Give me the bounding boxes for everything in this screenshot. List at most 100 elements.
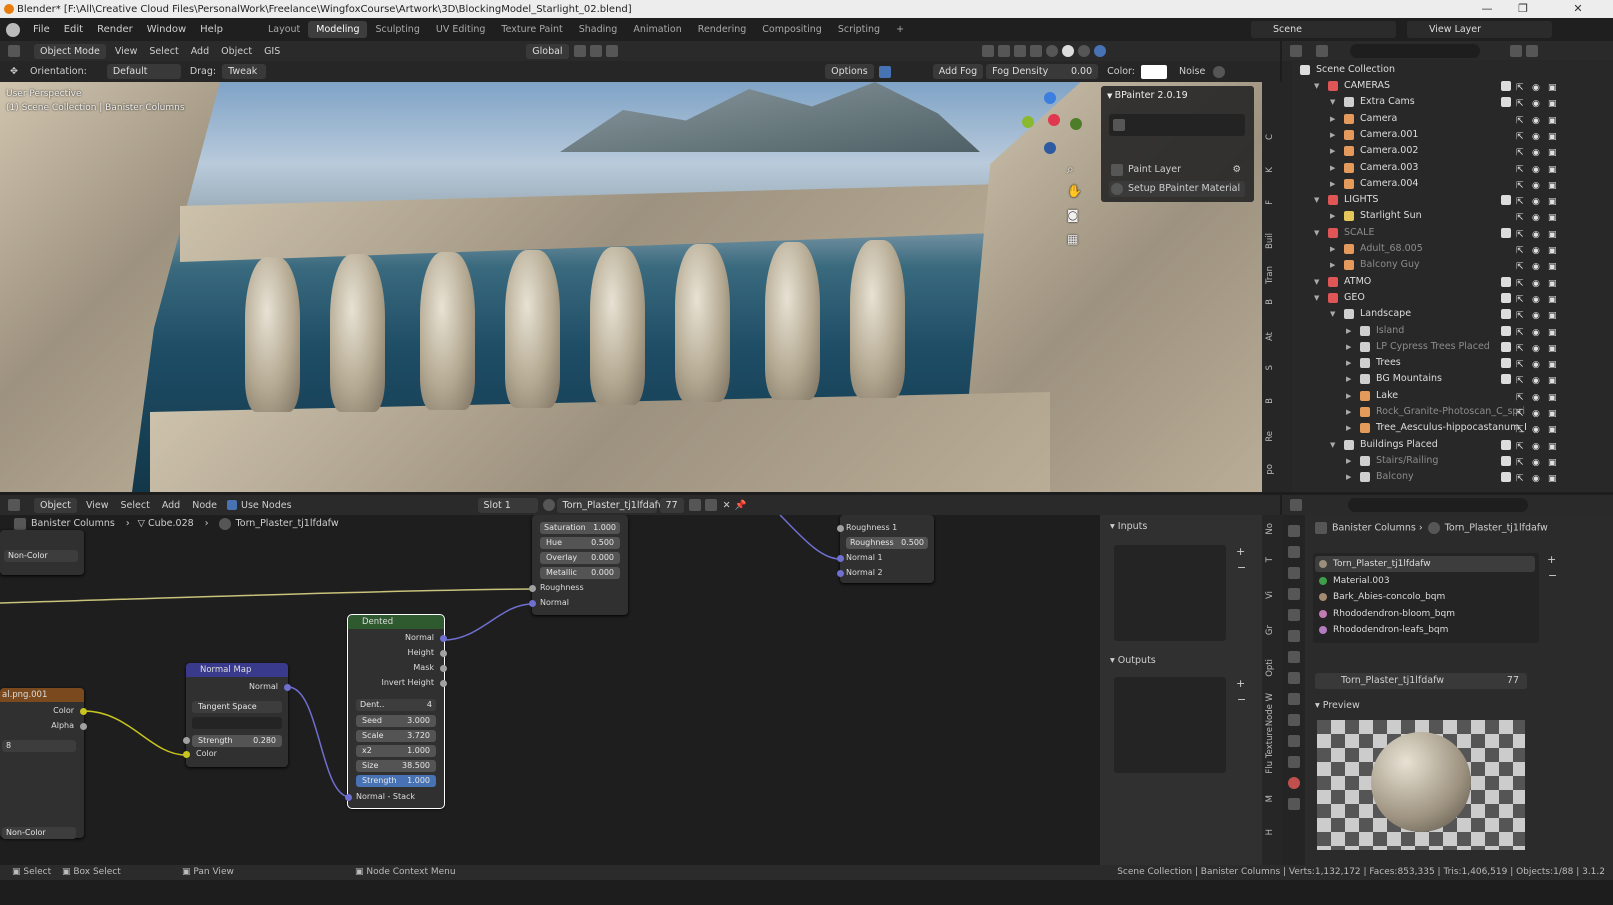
- node-sidebar-tab[interactable]: T: [1265, 557, 1279, 562]
- duplicate-material-icon[interactable]: [704, 499, 717, 511]
- menu-help[interactable]: Help: [193, 24, 230, 35]
- material-slots-list[interactable]: Torn_Plaster_tj1lfdafw Material.003 Bark_A…: [1313, 553, 1539, 643]
- material-datablock-field[interactable]: Torn_Plaster_tj1lfdafw 77: [1315, 673, 1527, 689]
- viewport-menu-select[interactable]: Select: [143, 46, 184, 57]
- outliner-row[interactable]: ▶ Camera.003 ⇱ ◉ ▣: [1292, 160, 1613, 176]
- expand-arrow-icon[interactable]: ▼: [1314, 274, 1319, 290]
- viewport-sidebar-tab[interactable]: F: [1265, 200, 1279, 205]
- normal-output-socket[interactable]: [284, 684, 291, 691]
- outliner-root-row[interactable]: Scene Collection: [1292, 62, 1613, 78]
- close-button[interactable]: ✕: [1560, 0, 1596, 18]
- viewport-menu-gis[interactable]: GIS: [258, 46, 286, 57]
- roughness1-socket[interactable]: [837, 525, 844, 532]
- outliner-row[interactable]: ▶ Camera.001 ⇱ ◉ ▣: [1292, 127, 1613, 143]
- viewport-sidebar-tab[interactable]: B: [1265, 398, 1279, 404]
- expand-arrow-icon[interactable]: ▶: [1346, 388, 1351, 404]
- transform-orientation-dropdown[interactable]: Global: [526, 43, 569, 59]
- proportional-icon[interactable]: [605, 45, 618, 57]
- material-name-field[interactable]: Torn_Plaster_tj1lfdafw: [556, 497, 666, 513]
- shader-type-dropdown[interactable]: Object: [34, 497, 77, 513]
- wireframe-shading-icon[interactable]: [1045, 45, 1058, 57]
- menu-window[interactable]: Window: [140, 24, 193, 35]
- fog-tool-icon[interactable]: [878, 65, 891, 78]
- image-texture-node[interactable]: al.png.001 Color Alpha 8 Non-Color: [0, 688, 87, 839]
- render-properties-icon[interactable]: [1287, 546, 1300, 558]
- expand-arrow-icon[interactable]: ▶: [1330, 160, 1335, 176]
- paint-layer-row[interactable]: Paint Layer ⚙: [1109, 162, 1245, 178]
- exclude-checkbox[interactable]: [1501, 358, 1511, 369]
- node-editor-type-icon[interactable]: [8, 499, 20, 511]
- orientation-dropdown[interactable]: Default: [106, 64, 181, 79]
- remove-material-slot-icon[interactable]: −: [1548, 569, 1557, 582]
- data-properties-icon[interactable]: [1287, 756, 1300, 768]
- solid-shading-icon[interactable]: [1061, 45, 1074, 57]
- scene-selector[interactable]: Scene: [1251, 21, 1396, 38]
- expand-arrow-icon[interactable]: ▶: [1346, 420, 1351, 436]
- outliner[interactable]: Scene Collection ▼ CAMERAS ⇱ ◉ ▣ ▼ Extra Cams ⇱…: [1292, 60, 1613, 492]
- exclude-checkbox[interactable]: [1501, 81, 1511, 91]
- image-users-field[interactable]: 8: [2, 740, 76, 752]
- drag-dropdown[interactable]: Tweak: [222, 64, 267, 79]
- viewport-sidebar-tab[interactable]: S: [1265, 365, 1279, 370]
- node-sidebar-tab[interactable]: H: [1265, 829, 1279, 835]
- strength-input-socket[interactable]: [183, 737, 190, 744]
- node-sidebar-tab[interactable]: Flu: [1265, 761, 1279, 774]
- node-sidebar-tab[interactable]: Opti: [1265, 659, 1279, 677]
- tool-properties-icon[interactable]: [1287, 525, 1300, 537]
- gizmo-y-axis-icon[interactable]: [1022, 116, 1034, 128]
- material-slot-row[interactable]: Rhododendron-leafs_bqm: [1315, 622, 1535, 638]
- node-menu-view[interactable]: View: [80, 500, 115, 511]
- outliner-row[interactable]: ▶ Trees ⇱ ◉ ▣: [1292, 355, 1613, 371]
- visibility-icon[interactable]: [981, 45, 994, 57]
- workspace-tab-rendering[interactable]: Rendering: [690, 21, 755, 38]
- expand-arrow-icon[interactable]: ▼: [1330, 94, 1335, 110]
- outliner-row[interactable]: ▶ Adult_68.005 ⇱ ◉ ▣: [1292, 241, 1613, 257]
- remove-input-icon[interactable]: −: [1237, 561, 1246, 574]
- outliner-row[interactable]: ▶ Camera.004 ⇱ ◉ ▣: [1292, 176, 1613, 192]
- filter-icon[interactable]: [1510, 45, 1522, 57]
- expand-arrow-icon[interactable]: ▶: [1330, 111, 1335, 127]
- overlay-field[interactable]: Overlay 0.000: [540, 552, 620, 564]
- pivot-icon[interactable]: [573, 45, 586, 57]
- camera-view-icon[interactable]: ◙: [1067, 208, 1079, 222]
- dented-output-socket[interactable]: [440, 680, 447, 687]
- outliner-search-input[interactable]: [1350, 44, 1480, 58]
- normal2-socket[interactable]: [837, 570, 844, 577]
- node-sidebar-tab[interactable]: No: [1265, 523, 1279, 535]
- use-nodes-checkbox[interactable]: [227, 500, 238, 510]
- hue-field[interactable]: Hue 0.500: [540, 537, 620, 549]
- outliner-row[interactable]: ▶ Camera.002 ⇱ ◉ ▣: [1292, 143, 1613, 159]
- object-mode-dropdown[interactable]: Object Mode: [34, 43, 106, 59]
- outliner-row[interactable]: ▶ BG Mountains ⇱ ◉ ▣: [1292, 371, 1613, 387]
- material-browse-icon[interactable]: [542, 499, 555, 511]
- 3d-viewport[interactable]: User Perspective (1) Scene Collection | …: [0, 82, 1262, 492]
- eye-icon[interactable]: ◉: [1532, 471, 1540, 487]
- outliner-row[interactable]: ▶ Lake ⇱ ◉ ▣: [1292, 388, 1613, 404]
- workspace-tab-compositing[interactable]: Compositing: [754, 21, 830, 38]
- exclude-checkbox[interactable]: [1501, 374, 1511, 385]
- add-input-icon[interactable]: +: [1236, 545, 1245, 558]
- inputs-list[interactable]: [1114, 545, 1226, 641]
- fake-user-icon[interactable]: [688, 499, 701, 511]
- view-layer-selector[interactable]: View Layer: [1407, 21, 1552, 38]
- viewport-sidebar-tab[interactable]: B: [1265, 299, 1279, 305]
- outputs-section-header[interactable]: ▾ Outputs: [1110, 655, 1156, 666]
- maximize-button[interactable]: ❐: [1505, 0, 1541, 18]
- dent-image-field[interactable]: Dent.. 4: [356, 699, 436, 711]
- new-collection-icon[interactable]: [1526, 45, 1538, 57]
- grid-view-icon[interactable]: ▦: [1067, 232, 1078, 246]
- node-menu-node[interactable]: Node: [186, 500, 223, 511]
- exclude-checkbox[interactable]: [1501, 455, 1511, 466]
- camera-render-icon[interactable]: ▣: [1548, 471, 1557, 487]
- select-arrow-icon[interactable]: ⇱: [1516, 471, 1524, 487]
- dented-output-socket[interactable]: [440, 635, 447, 642]
- outliner-row[interactable]: ▼ Extra Cams ⇱ ◉ ▣: [1292, 94, 1613, 110]
- snap-icon[interactable]: [589, 45, 602, 57]
- node-sidebar-tab[interactable]: Gr: [1265, 625, 1279, 635]
- node-sidebar-tab[interactable]: M: [1265, 795, 1279, 802]
- workspace-tab-+[interactable]: +: [888, 21, 912, 38]
- menu-edit[interactable]: Edit: [57, 24, 90, 35]
- expand-arrow-icon[interactable]: ▶: [1346, 355, 1351, 371]
- exclude-checkbox[interactable]: [1501, 472, 1511, 483]
- dented-output-socket[interactable]: [440, 665, 447, 672]
